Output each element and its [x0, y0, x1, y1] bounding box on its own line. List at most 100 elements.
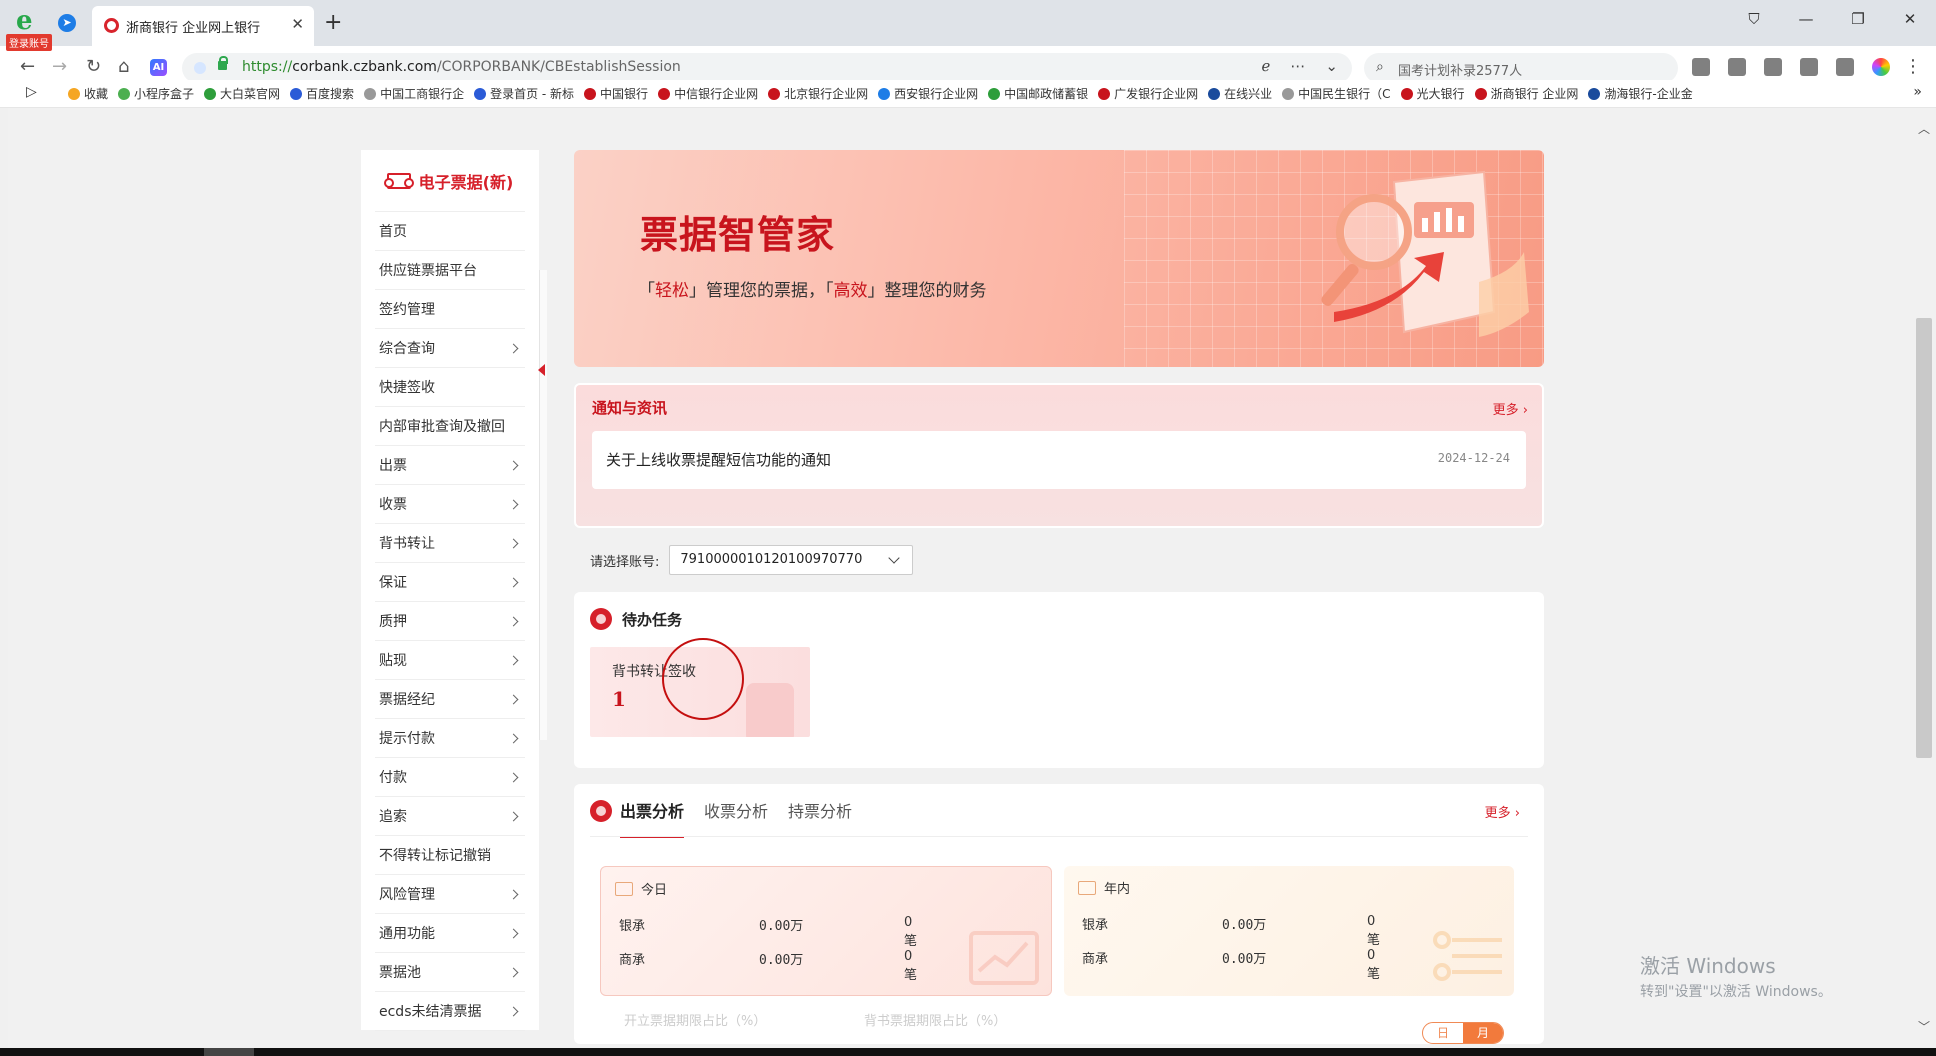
sidebar-item[interactable]: 不得转让标记撤销 — [375, 836, 525, 875]
sidebar-item-label: 贴现 — [379, 653, 407, 669]
browser-menu-icon[interactable]: ⋮ — [1904, 56, 1922, 77]
toggle-day[interactable]: 日 — [1423, 1023, 1463, 1043]
undo-icon[interactable] — [1800, 58, 1818, 76]
tab-close-icon[interactable]: ✕ — [291, 15, 304, 33]
browser-logo-icon[interactable]: e — [12, 8, 42, 36]
stat-count: 0笔 — [1367, 914, 1381, 948]
ie-mode-icon[interactable]: ℯ — [1262, 57, 1271, 75]
forward-icon[interactable]: → — [52, 56, 67, 77]
scroll-up-icon[interactable]: ︿ — [1918, 120, 1930, 137]
bookmark-item[interactable]: 渤海银行-企业金 — [1588, 85, 1693, 102]
taskbar-segment — [204, 1048, 254, 1056]
chevron-right-icon — [508, 733, 519, 743]
window-close-icon[interactable]: ✕ — [1900, 10, 1920, 28]
sidebar-item[interactable]: 快捷签收 — [375, 368, 525, 407]
sidebar-item[interactable]: 票据池 — [375, 953, 525, 992]
dropdown-chevron-icon[interactable]: ⌄ — [1325, 57, 1338, 75]
color-wheel-icon[interactable] — [1872, 58, 1890, 76]
tab-divider — [590, 836, 1528, 837]
scrollbar-thumb[interactable] — [1916, 318, 1932, 758]
sidebar-item[interactable]: 供应链票据平台 — [375, 251, 525, 290]
url-field[interactable]: https://corbank.czbank.com/CORPORBANK/CB… — [182, 53, 1352, 83]
site-info-icon[interactable] — [194, 62, 206, 74]
reload-icon[interactable]: ↻ — [86, 56, 101, 77]
bookmark-item[interactable]: 收藏 — [68, 85, 108, 102]
toggle-month[interactable]: 月 — [1463, 1023, 1503, 1043]
minimize-icon[interactable]: — — [1796, 10, 1816, 28]
sidebar-collapse-icon[interactable] — [538, 364, 545, 376]
bookmark-item[interactable]: 光大银行 — [1400, 85, 1465, 102]
sidebar-item[interactable]: 收票 — [375, 485, 525, 524]
login-account-badge[interactable]: 登录账号 — [6, 34, 52, 51]
sidebar-item[interactable]: 风险管理 — [375, 875, 525, 914]
notice-item-title[interactable]: 关于上线收票提醒短信功能的通知 — [606, 449, 831, 470]
bookmark-item[interactable]: 中国民生银行（C — [1282, 85, 1391, 102]
bookmark-item[interactable]: 西安银行企业网 — [878, 85, 978, 102]
sidebar-item[interactable]: 首页 — [375, 212, 525, 251]
bookmark-item[interactable]: 浙商银行 企业网 — [1474, 85, 1578, 102]
sidebar-item[interactable]: 票据经纪 — [375, 680, 525, 719]
ai-assistant-icon[interactable]: AI — [150, 59, 167, 76]
promo-banner: 票据智管家 「轻松」管理您的票据，「高效」整理您的财务 — [574, 150, 1544, 367]
briefcase-icon[interactable] — [1836, 58, 1854, 76]
more-dots-icon[interactable]: ⋯ — [1290, 57, 1305, 75]
account-select[interactable]: 7910000010120100970770 — [669, 545, 914, 575]
bookmark-item[interactable]: 在线兴业 — [1208, 85, 1272, 102]
sidebar-item[interactable]: 签约管理 — [375, 290, 525, 329]
back-icon[interactable]: ← — [20, 56, 35, 77]
sidebar-item[interactable]: 保证 — [375, 563, 525, 602]
new-tab-button[interactable]: + — [324, 10, 342, 35]
sidebar-item[interactable]: 综合查询 — [375, 329, 525, 368]
search-field[interactable]: ⌕ 国考计划补录2577人 — [1364, 53, 1678, 83]
bookmark-item[interactable]: 北京银行企业网 — [768, 85, 868, 102]
bookmark-item[interactable]: 小程序盒子 — [118, 85, 194, 102]
sidebar-item-label: 通用功能 — [379, 926, 435, 942]
url-text[interactable]: https://corbank.czbank.com/CORPORBANK/CB… — [242, 59, 681, 75]
bookmark-item[interactable]: 登录首页 - 新标 — [474, 85, 574, 102]
sidebar-item[interactable]: 出票 — [375, 446, 525, 485]
bookmark-item[interactable]: 中国银行 — [584, 85, 648, 102]
sidebar-item[interactable]: 质押 — [375, 602, 525, 641]
bookmark-item[interactable]: 中国邮政储蓄银 — [988, 85, 1088, 102]
download-icon[interactable] — [1764, 58, 1782, 76]
sidebar-item[interactable]: 付款 — [375, 758, 525, 797]
bookmark-favicon-icon — [878, 87, 891, 100]
sidebar-item[interactable]: 内部审批查询及撤回 — [375, 407, 525, 446]
bookmark-item[interactable]: 大白菜官网 — [204, 85, 280, 102]
sidebar-item[interactable]: 追索 — [375, 797, 525, 836]
reading-mode-icon[interactable] — [1692, 58, 1710, 76]
bookmark-item[interactable]: 中国工商银行企 — [364, 85, 464, 102]
analysis-tab[interactable]: 持票分析 — [788, 798, 852, 838]
bookmark-favicon-icon — [1400, 87, 1413, 100]
search-suggestion[interactable]: 国考计划补录2577人 — [1398, 60, 1522, 79]
analysis-more-link[interactable]: 更多 › — [1485, 802, 1520, 821]
bookmark-favicon-icon — [118, 87, 131, 100]
restore-icon[interactable]: ❐ — [1848, 10, 1868, 28]
pinned-tab-icon[interactable]: ➤ — [58, 14, 76, 32]
bookmark-label: 西安银行企业网 — [894, 87, 979, 101]
browser-tab-active[interactable]: 浙商银行 企业网上银行 ✕ — [92, 6, 314, 46]
bookmark-item[interactable]: 广发银行企业网 — [1098, 85, 1198, 102]
notice-item[interactable]: 关于上线收票提醒短信功能的通知 2024-12-24 — [592, 431, 1526, 489]
sidebar-item[interactable]: 贴现 — [375, 641, 525, 680]
notice-more-link[interactable]: 更多 › — [1493, 399, 1528, 418]
home-icon[interactable]: ⌂ — [118, 56, 129, 77]
sidebar-item[interactable]: 通用功能 — [375, 914, 525, 953]
bookmark-item[interactable]: 百度搜索 — [290, 85, 354, 102]
calendar-card-icon — [1078, 880, 1096, 895]
sidebar-toggle-icon[interactable]: ▷ — [26, 84, 37, 100]
timeline-list-icon — [1433, 931, 1502, 981]
sidebar-item[interactable]: ecds未结清票据 — [375, 992, 525, 1031]
analysis-tab[interactable]: 收票分析 — [704, 798, 768, 838]
vertical-scrollbar[interactable] — [1912, 108, 1936, 1048]
scroll-down-icon[interactable]: ﹀ — [1918, 1018, 1930, 1035]
sidebar-item[interactable]: 背书转让 — [375, 524, 525, 563]
skin-icon[interactable]: ⛉ — [1744, 10, 1764, 28]
sidebar-item[interactable]: 提示付款 — [375, 719, 525, 758]
bookmark-item[interactable]: 中信银行企业网 — [658, 85, 758, 102]
bookmarks-more-icon[interactable]: » — [1913, 84, 1922, 100]
chevron-right-icon — [508, 811, 519, 821]
analysis-tab[interactable]: 出票分析 — [620, 798, 685, 838]
extensions-icon[interactable] — [1728, 58, 1746, 76]
sidebar-gutter — [539, 270, 547, 740]
